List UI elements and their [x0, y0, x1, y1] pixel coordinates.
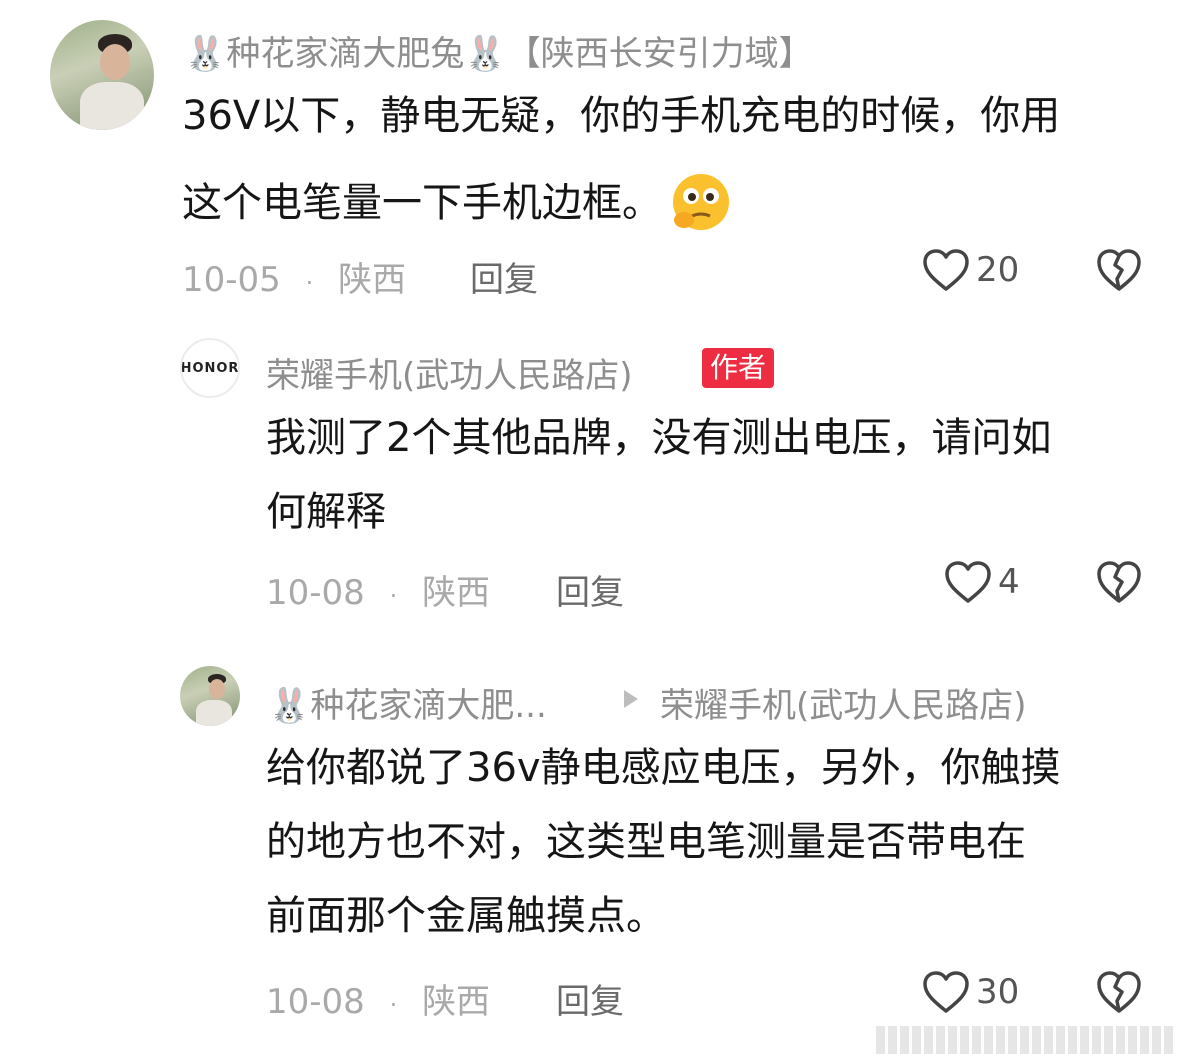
comment-line: 的地方也不对，这类型电笔测量是否带电在 [266, 819, 1026, 865]
reply-button[interactable]: 回复 [556, 974, 624, 1023]
meta-separator: · [389, 582, 398, 610]
author-name-text: 种花家滴大肥... [310, 686, 547, 726]
reply-button[interactable]: 回复 [556, 565, 624, 614]
comment-meta: 10-08 · 陕西 [266, 974, 490, 1023]
comment-line: 何解释 [266, 489, 386, 535]
like-button[interactable]: 30 [922, 970, 1019, 1014]
comment-text: 给你都说了36v静电感应电压，另外，你触摸 的地方也不对，这类型电笔测量是否带电… [266, 748, 1061, 936]
comment-author-name[interactable]: 🐰种花家滴大肥兔🐰【陕西长安引力域】 [184, 26, 813, 75]
watermark-bars [876, 1026, 1173, 1054]
comment-text: 36V以下，静电无疑，你的手机充电的时候，你用 这个电笔量一下手机边框。 [182, 96, 1060, 234]
comment-line: 我测了2个其他品牌，没有测出电压，请问如 [266, 415, 1052, 461]
reply-button[interactable]: 回复 [470, 252, 538, 301]
comment-line: 前面那个金属触摸点。 [266, 893, 666, 939]
like-count: 30 [976, 972, 1020, 1012]
comment-meta: 10-05 · 陕西 [182, 252, 406, 301]
comment-location: 陕西 [422, 573, 491, 613]
avatar[interactable]: HONOR [180, 338, 240, 398]
comment-line: 这个电笔量一下手机边框。 [182, 180, 662, 226]
comment-line: 给你都说了36v静电感应电压，另外，你触摸 [266, 745, 1061, 791]
author-name-suffix: 【陕西长安引力域】 [506, 34, 813, 74]
heart-icon [922, 970, 970, 1014]
play-arrow-icon [624, 690, 638, 708]
like-button[interactable]: 4 [944, 560, 1020, 604]
comment-date: 10-08 [266, 573, 365, 613]
comment-location: 陕西 [422, 982, 491, 1022]
author-name-text: 种花家滴大肥兔 [226, 34, 465, 74]
like-count: 4 [998, 562, 1020, 602]
like-count: 20 [976, 250, 1020, 290]
thinking-face-icon [668, 172, 734, 234]
comment-location: 陕西 [338, 260, 407, 300]
rabbit-icon: 🐰 [268, 686, 311, 726]
comment-meta: 10-08 · 陕西 [266, 565, 490, 614]
meta-separator: · [389, 991, 398, 1019]
comment-date: 10-05 [182, 260, 281, 300]
meta-separator: · [305, 269, 314, 297]
comment-text: 我测了2个其他品牌，没有测出电压，请问如 何解释 [266, 418, 1051, 532]
broken-heart-icon[interactable] [1096, 560, 1142, 604]
avatar-head [209, 679, 225, 699]
avatar[interactable] [50, 20, 154, 130]
broken-heart-icon[interactable] [1096, 970, 1142, 1014]
rabbit-icon: 🐰 [184, 34, 227, 74]
comment-date: 10-08 [266, 982, 365, 1022]
reply-to-name[interactable]: 荣耀手机(武功人民路店) [660, 678, 1027, 727]
avatar[interactable] [180, 666, 240, 726]
comment-line: 36V以下，静电无疑，你的手机充电的时候，你用 [182, 93, 1061, 139]
heart-icon [944, 560, 992, 604]
like-button[interactable]: 20 [922, 248, 1019, 292]
honor-logo: HONOR [180, 360, 240, 376]
comment-author-name[interactable]: 🐰种花家滴大肥... [268, 678, 547, 727]
avatar-body [196, 700, 232, 726]
rabbit-icon: 🐰 [464, 34, 507, 74]
author-badge: 作者 [702, 348, 775, 388]
broken-heart-icon[interactable] [1096, 248, 1142, 292]
avatar-body [80, 82, 144, 130]
comment-author-name[interactable]: 荣耀手机(武功人民路店) [266, 348, 633, 397]
heart-icon [922, 248, 970, 292]
avatar-head [100, 44, 130, 80]
